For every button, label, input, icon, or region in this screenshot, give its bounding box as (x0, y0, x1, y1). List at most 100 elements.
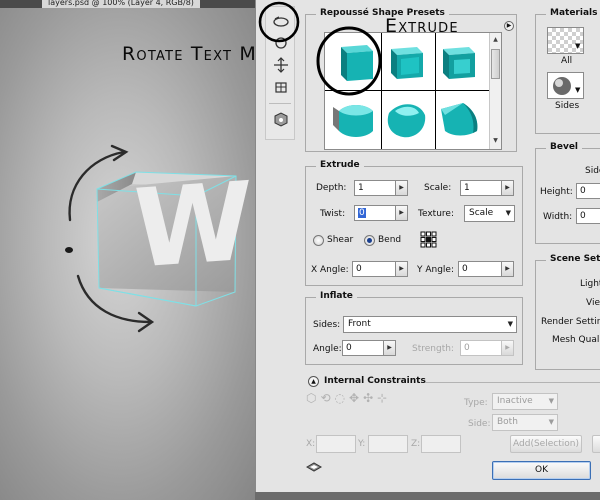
y-angle-label: Y Angle: (417, 265, 455, 275)
constraint-scale-icon[interactable]: ⊹ (377, 391, 387, 411)
constraint-side-label: Side: (468, 419, 491, 429)
chevron-down-icon: ▼ (507, 320, 513, 328)
drag-mesh-tool[interactable] (272, 57, 290, 73)
extrude-annotation: Extrude (385, 15, 459, 37)
presets-menu-button[interactable]: ▶ (504, 21, 514, 31)
all-material-dropdown-icon[interactable]: ▼ (575, 42, 585, 52)
twist-input[interactable]: 0 (354, 205, 396, 221)
rotate-tool-highlight-circle (258, 1, 300, 43)
chevron-down-icon: ▼ (548, 397, 554, 405)
preset-cylinder-tile[interactable] (329, 95, 379, 143)
rotation-pivot-dot[interactable] (65, 247, 73, 253)
internal-constraints-title: Internal Constraints (324, 376, 426, 386)
depth-label: Depth: (316, 183, 347, 193)
preset-inset-tile[interactable] (433, 39, 483, 87)
mesh-quality-label: Mesh Qualit (552, 335, 600, 345)
constraint-x-input[interactable] (316, 435, 356, 453)
constraint-tools: ⬡ ⟲ ◌ ✥ ✣ ⊹ (306, 391, 430, 411)
constraint-z-label: Z: (411, 439, 421, 449)
depth-input[interactable]: 1 (354, 180, 396, 196)
bevel-sides-label: Side (585, 166, 600, 176)
constraint-type-label: Type: (464, 398, 488, 408)
bevel-height-label: Height: (540, 187, 573, 197)
constraint-y-input[interactable] (368, 435, 408, 453)
scene-settings-panel: Scene Sett (535, 254, 600, 370)
lights-label: Light (580, 279, 600, 289)
constraint-roll-icon[interactable]: ◌ (335, 391, 345, 411)
preset-bevel-tile[interactable] (381, 39, 431, 87)
constraints-divider (425, 382, 600, 383)
scale-input[interactable]: 1 (460, 180, 502, 196)
ground-plane-icon[interactable] (306, 461, 322, 473)
inflate-sides-select[interactable]: Front ▼ (343, 316, 517, 333)
constraint-side-value: Both (497, 417, 518, 427)
x-angle-label: X Angle: (311, 265, 349, 275)
texture-label: Texture: (418, 209, 454, 219)
inflate-angle-label: Angle: (313, 344, 342, 354)
constraint-slide-icon[interactable]: ✣ (363, 391, 373, 411)
y-angle-input[interactable]: 0 (458, 261, 502, 277)
inflate-strength-stepper-button[interactable]: ▶ (502, 340, 514, 356)
constraint-x-label: X: (306, 439, 316, 449)
add-selection-button[interactable]: Add(Selection) (510, 435, 582, 453)
rotate-text-mesh-annotation: Rotate Text Mesh (122, 43, 258, 65)
twist-input-selected-text: 0 (358, 208, 366, 218)
scene-settings-title: Scene Sett (546, 254, 600, 264)
canvas-artwork: W (65, 144, 252, 333)
bevel-width-label: Width: (543, 212, 573, 222)
preset-inflate-tile[interactable] (381, 95, 431, 143)
tool-divider (269, 103, 291, 104)
scale-mesh-tool[interactable] (272, 111, 290, 127)
all-material-label: All (561, 56, 573, 66)
constraint-drag-icon[interactable]: ✥ (349, 391, 359, 411)
inflate-sides-value: Front (348, 319, 371, 329)
bend-label: Bend (378, 235, 402, 245)
ok-button[interactable]: OK (492, 461, 591, 480)
bend-radio[interactable] (364, 235, 375, 246)
sides-material-dropdown-icon[interactable]: ▼ (575, 86, 585, 96)
sides-material-label: Sides (555, 101, 580, 111)
twist-stepper-button[interactable]: ▶ (396, 205, 408, 221)
presets-scrollbar[interactable]: ▲ ▼ (489, 33, 501, 149)
extruded-text-mesh[interactable]: W (96, 158, 252, 307)
bevel-width-input[interactable]: 0 (576, 208, 600, 224)
inflate-sides-label: Sides: (313, 320, 341, 330)
inflate-angle-input[interactable]: 0 (342, 340, 384, 356)
y-angle-stepper-button[interactable]: ▶ (502, 261, 514, 277)
inflate-angle-stepper-button[interactable]: ▶ (384, 340, 396, 356)
view-label: View (586, 298, 600, 308)
constraint-z-input[interactable] (421, 435, 461, 453)
constraint-select-icon[interactable]: ⬡ (306, 391, 316, 411)
shear-label: Shear (327, 235, 354, 245)
constraint-rotate-icon[interactable]: ⟲ (320, 391, 330, 411)
bevel-height-input[interactable]: 0 (576, 183, 600, 199)
scale-label: Scale: (424, 183, 452, 193)
depth-stepper-button[interactable]: ▶ (396, 180, 408, 196)
grid-line (435, 33, 436, 149)
chevron-down-icon: ▼ (548, 418, 554, 426)
bevel-title: Bevel (546, 142, 583, 152)
texture-select[interactable]: Scale ▼ (464, 205, 515, 222)
constraint-side-select[interactable]: Both ▼ (492, 414, 558, 431)
reference-point-grid-icon[interactable] (420, 231, 437, 248)
collapse-constraints-button[interactable]: ▲ (308, 376, 319, 387)
x-angle-input[interactable]: 0 (352, 261, 396, 277)
preset-pillow-tile[interactable] (433, 95, 483, 143)
document-canvas[interactable]: layers.psd @ 100% (Layer 4, RGB/8) W Rot… (0, 0, 258, 500)
scale-stepper-button[interactable]: ▶ (502, 180, 514, 196)
shear-radio[interactable] (313, 235, 324, 246)
x-angle-stepper-button[interactable]: ▶ (396, 261, 408, 277)
inflate-strength-label: Strength: (412, 344, 454, 354)
mesh-letter: W (133, 158, 252, 292)
materials-title: Materials (546, 8, 600, 18)
presets-scroll-thumb[interactable] (491, 49, 500, 79)
chevron-down-icon: ▼ (505, 209, 511, 217)
constraint-y-label: Y: (358, 439, 366, 449)
constraint-type-select[interactable]: Inactive ▼ (492, 393, 558, 410)
app-root: layers.psd @ 100% (Layer 4, RGB/8) W Rot… (0, 0, 600, 500)
texture-select-value: Scale (469, 208, 494, 218)
dialog-bottom-edge (255, 492, 600, 500)
constraint-extra-button[interactable] (592, 435, 600, 453)
inflate-strength-input[interactable]: 0 (460, 340, 502, 356)
slide-mesh-tool[interactable] (272, 79, 290, 95)
